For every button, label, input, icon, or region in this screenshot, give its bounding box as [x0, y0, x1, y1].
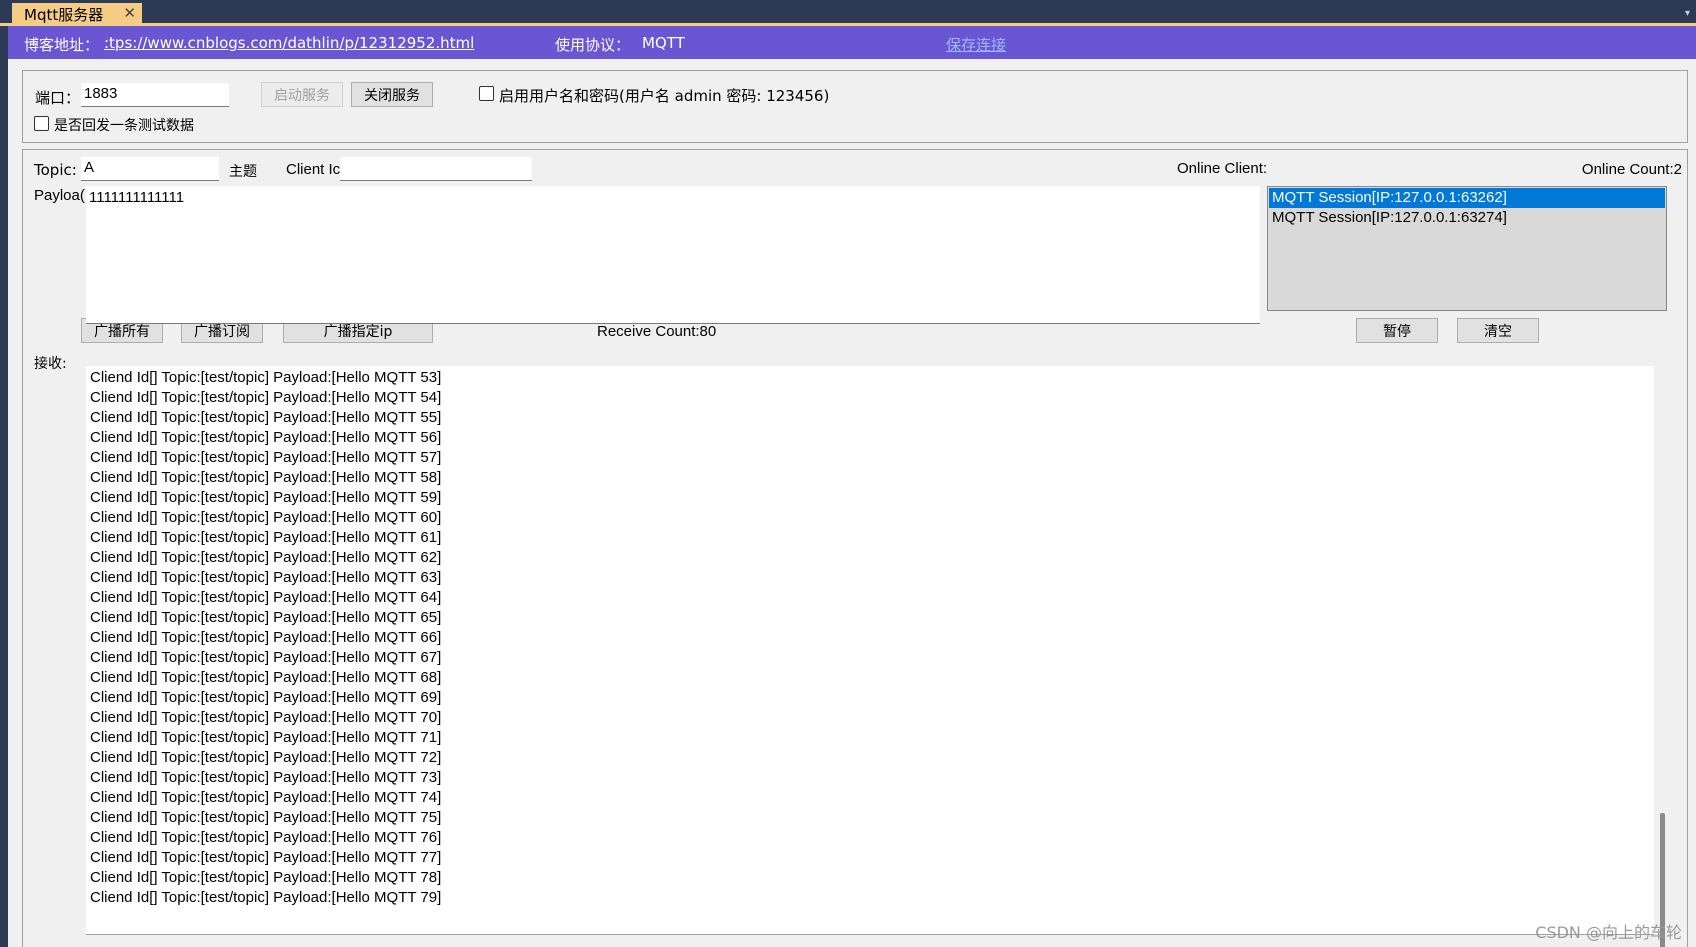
- reply-test-checkbox[interactable]: [34, 116, 49, 131]
- log-line: Cliend Id[] Topic:[test/topic] Payload:[…: [90, 769, 442, 786]
- log-line: Cliend Id[] Topic:[test/topic] Payload:[…: [90, 489, 442, 506]
- log-line: Cliend Id[] Topic:[test/topic] Payload:[…: [90, 549, 442, 566]
- log-line: Cliend Id[] Topic:[test/topic] Payload:[…: [90, 669, 442, 686]
- tab-overflow-icon[interactable]: ▾: [1685, 8, 1690, 19]
- log-line: Cliend Id[] Topic:[test/topic] Payload:[…: [90, 529, 442, 546]
- log-line: Cliend Id[] Topic:[test/topic] Payload:[…: [90, 889, 442, 906]
- online-client-list[interactable]: MQTT Session[IP:127.0.0.1:63262] MQTT Se…: [1267, 186, 1667, 311]
- topic-input[interactable]: A: [81, 157, 219, 181]
- close-icon[interactable]: ✕: [123, 4, 136, 22]
- log-line: Cliend Id[] Topic:[test/topic] Payload:[…: [90, 829, 442, 846]
- protocol-value: MQTT: [642, 34, 685, 52]
- log-line: Cliend Id[] Topic:[test/topic] Payload:[…: [90, 389, 442, 406]
- log-line: Cliend Id[] Topic:[test/topic] Payload:[…: [90, 509, 442, 526]
- payload-textarea[interactable]: 1111111111111: [86, 186, 1260, 324]
- blog-label: 博客地址：: [24, 36, 100, 54]
- topic-hint-label: 主题: [229, 164, 257, 180]
- log-line: Cliend Id[] Topic:[test/topic] Payload:[…: [90, 609, 442, 626]
- port-input[interactable]: 1883: [81, 83, 229, 107]
- receive-log[interactable]: Cliend Id[] Topic:[test/topic] Payload:[…: [86, 366, 1654, 935]
- log-line: Cliend Id[] Topic:[test/topic] Payload:[…: [90, 629, 442, 646]
- main-panel: 端口： 1883 启动服务 关闭服务 启用用户名和密码(用户名 admin 密码…: [8, 59, 1696, 947]
- server-settings-group: 端口： 1883 启动服务 关闭服务 启用用户名和密码(用户名 admin 密码…: [22, 70, 1688, 143]
- log-line: Cliend Id[] Topic:[test/topic] Payload:[…: [90, 429, 442, 446]
- online-count: Online Count:2: [1581, 161, 1682, 178]
- watermark: CSDN @向上的车轮: [1535, 923, 1682, 942]
- log-line: Cliend Id[] Topic:[test/topic] Payload:[…: [90, 649, 442, 666]
- blog-link[interactable]: :tps://www.cnblogs.com/dathlin/p/1231295…: [104, 34, 474, 52]
- save-connection-link[interactable]: 保存连接: [946, 34, 1006, 55]
- reply-test-checkbox-label: 是否回发一条测试数据: [54, 118, 194, 134]
- online-client-item[interactable]: MQTT Session[IP:127.0.0.1:63262]: [1269, 188, 1665, 208]
- log-line: Cliend Id[] Topic:[test/topic] Payload:[…: [90, 409, 442, 426]
- log-line: Cliend Id[] Topic:[test/topic] Payload:[…: [90, 789, 442, 806]
- online-client-label: Online Client:: [1177, 160, 1268, 177]
- log-line: Cliend Id[] Topic:[test/topic] Payload:[…: [90, 869, 442, 886]
- log-line: Cliend Id[] Topic:[test/topic] Payload:[…: [90, 689, 442, 706]
- log-line: Cliend Id[] Topic:[test/topic] Payload:[…: [90, 589, 442, 606]
- info-bar: 博客地址： :tps://www.cnblogs.com/dathlin/p/1…: [8, 26, 1696, 59]
- log-line: Cliend Id[] Topic:[test/topic] Payload:[…: [90, 809, 442, 826]
- log-line: Cliend Id[] Topic:[test/topic] Payload:[…: [90, 849, 442, 866]
- log-line: Cliend Id[] Topic:[test/topic] Payload:[…: [90, 709, 442, 726]
- online-client-item[interactable]: MQTT Session[IP:127.0.0.1:63274]: [1269, 208, 1665, 228]
- log-line: Cliend Id[] Topic:[test/topic] Payload:[…: [90, 729, 442, 746]
- client-id-label: Client Ic: [286, 161, 341, 178]
- receive-count: Receive Count:80: [597, 323, 717, 340]
- auth-checkbox[interactable]: [479, 86, 494, 101]
- log-line: Cliend Id[] Topic:[test/topic] Payload:[…: [90, 449, 442, 466]
- client-id-input[interactable]: [340, 157, 532, 181]
- payload-label: Payloa(: [34, 187, 85, 204]
- auth-checkbox-label: 启用用户名和密码(用户名 admin 密码: 123456): [499, 87, 830, 105]
- topic-label: Topic:: [34, 161, 77, 179]
- protocol-label: 使用协议：: [555, 36, 631, 54]
- port-label: 端口：: [35, 89, 81, 107]
- log-line: Cliend Id[] Topic:[test/topic] Payload:[…: [90, 369, 442, 386]
- receive-log-scrollbar[interactable]: [1654, 366, 1670, 947]
- document-tab-strip: Mqtt服务器 ✕ ▾: [0, 0, 1696, 26]
- log-line: Cliend Id[] Topic:[test/topic] Payload:[…: [90, 749, 442, 766]
- receive-label: 接收:: [34, 356, 67, 372]
- clear-button[interactable]: 清空: [1457, 318, 1539, 343]
- stop-service-button[interactable]: 关闭服务: [351, 82, 433, 107]
- pause-button[interactable]: 暂停: [1356, 318, 1438, 343]
- log-line: Cliend Id[] Topic:[test/topic] Payload:[…: [90, 569, 442, 586]
- start-service-button[interactable]: 启动服务: [261, 82, 343, 107]
- tab-title: Mqtt服务器: [24, 6, 104, 24]
- log-line: Cliend Id[] Topic:[test/topic] Payload:[…: [90, 469, 442, 486]
